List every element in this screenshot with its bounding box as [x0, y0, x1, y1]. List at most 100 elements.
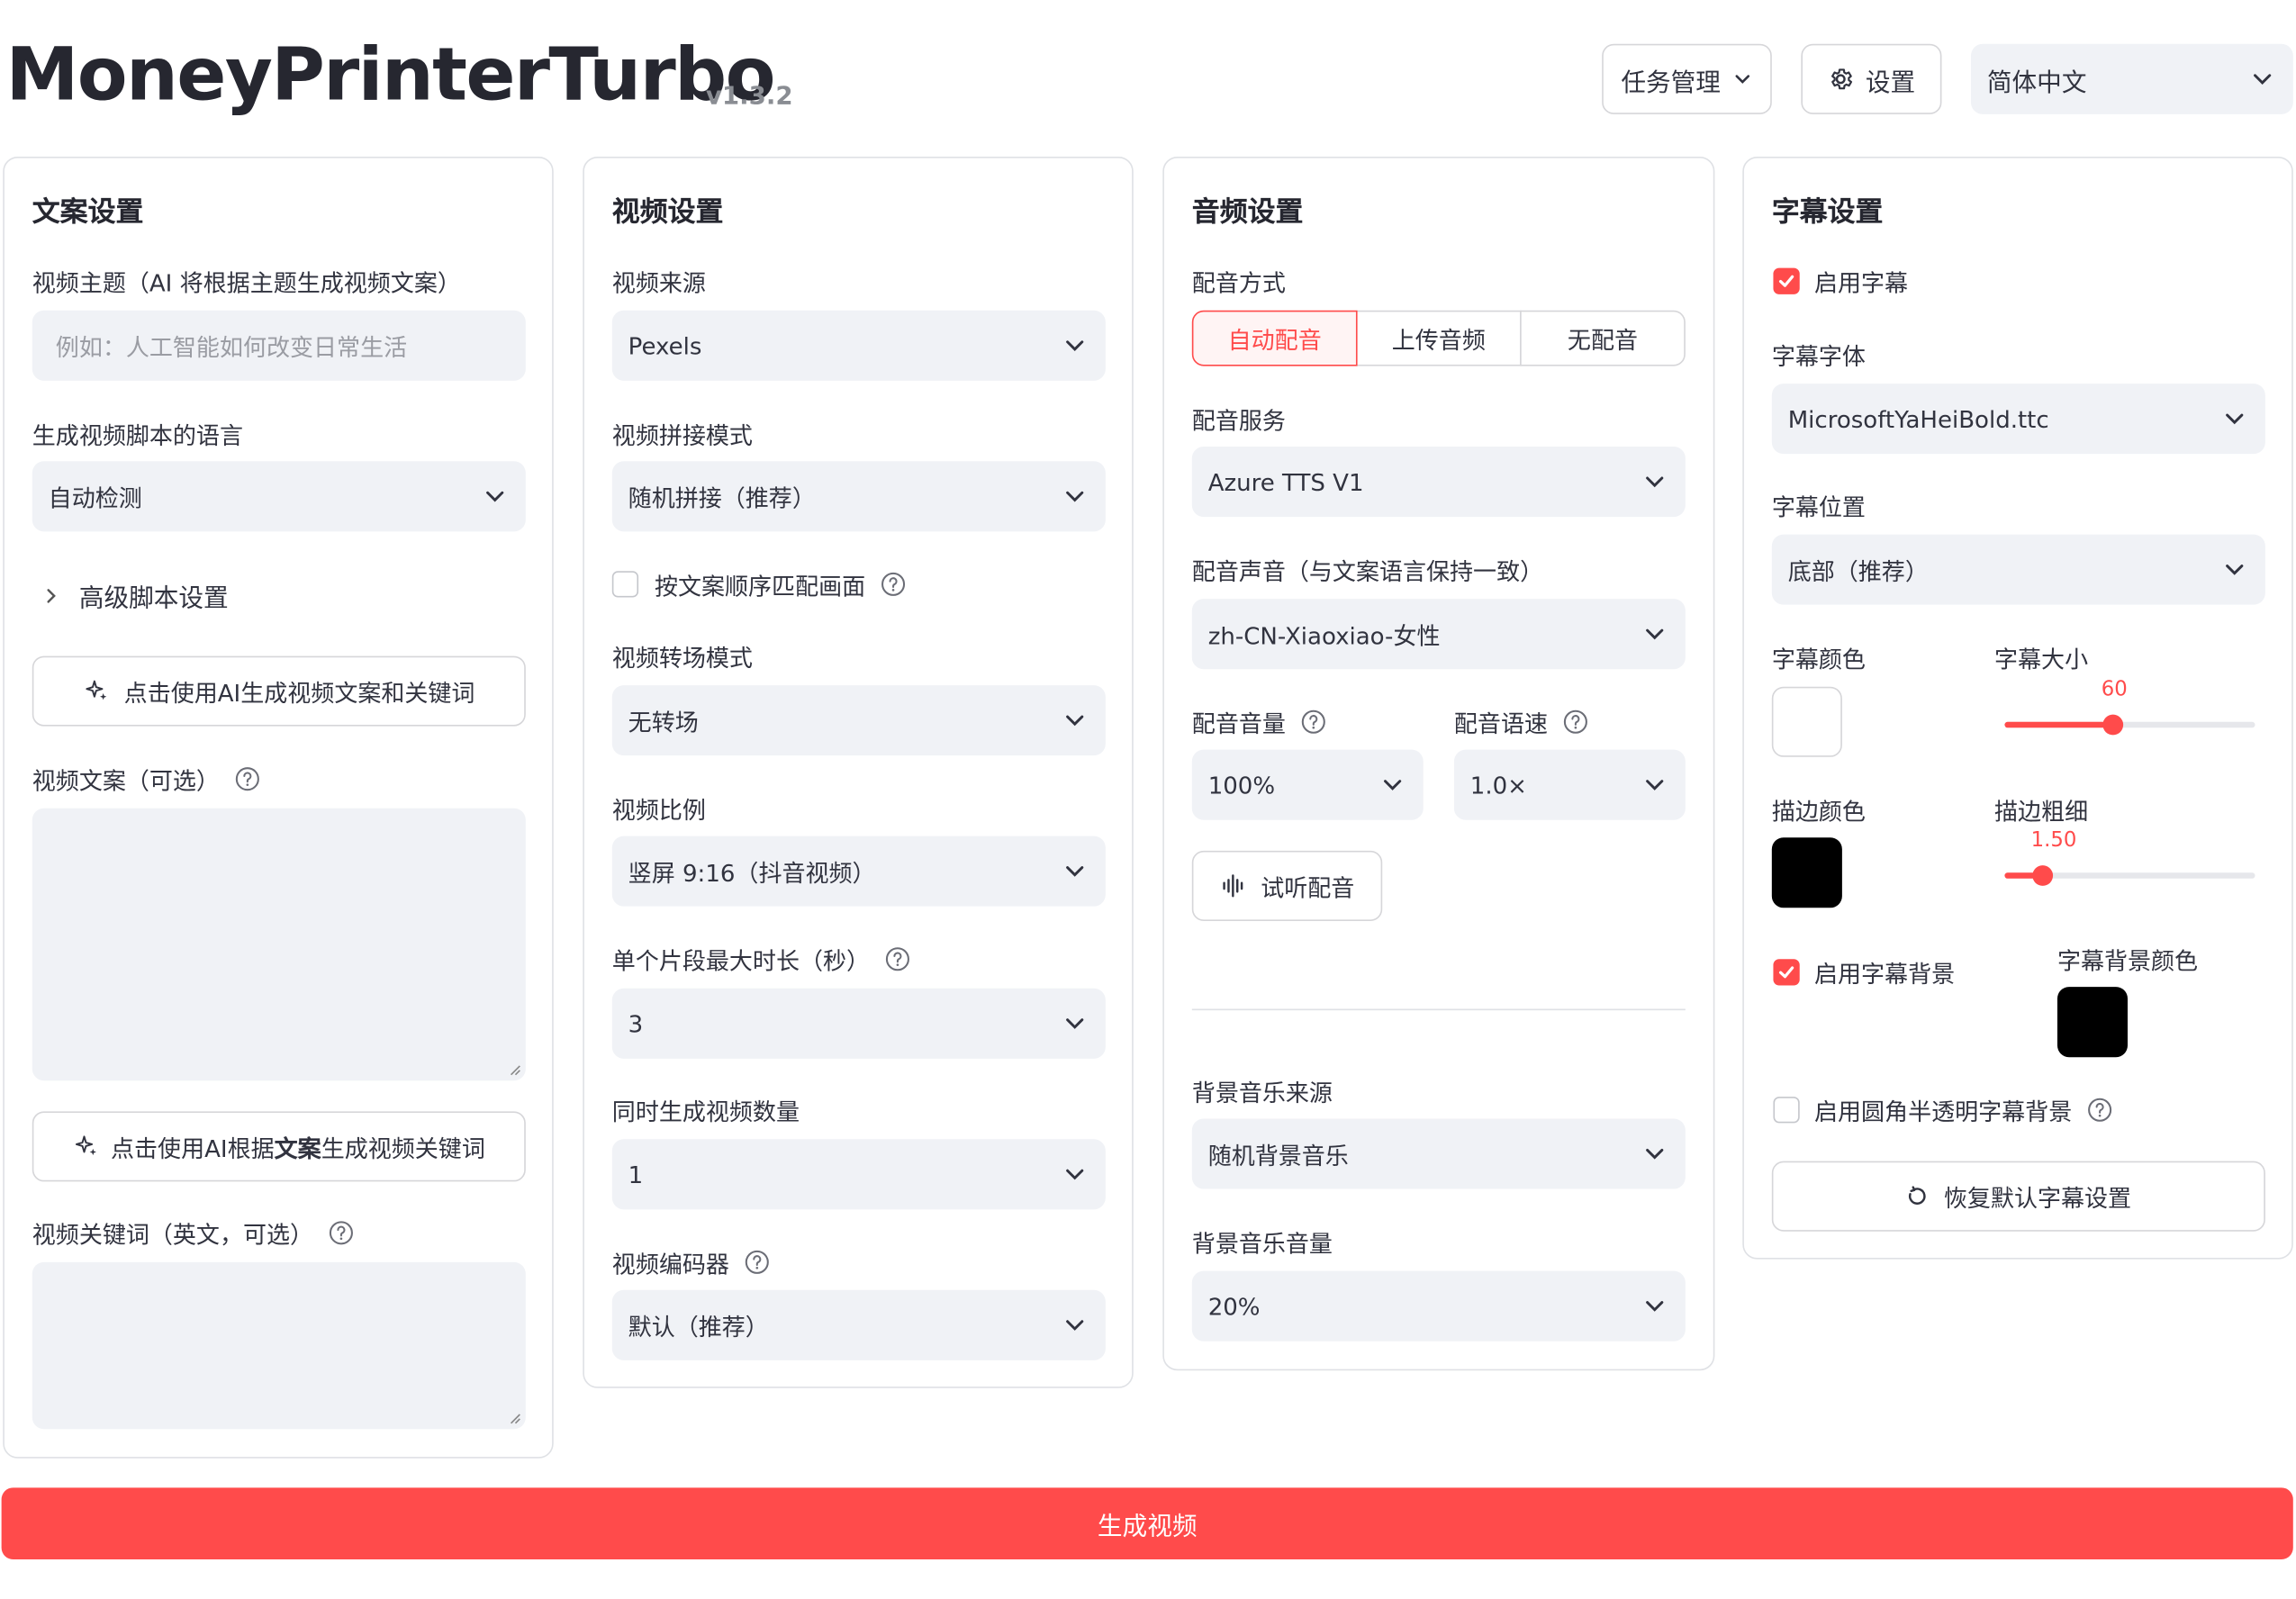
codec-select[interactable]: 默认（推荐）	[611, 1289, 1106, 1360]
sparkle-icon	[75, 1135, 96, 1156]
gear-icon	[1831, 68, 1853, 90]
chevron-down-icon	[2226, 565, 2244, 575]
generate-video-button[interactable]: 生成视频	[1, 1487, 2293, 1560]
voice-select[interactable]: zh-CN-Xiaoxiao-女性	[1191, 599, 1686, 670]
generate-script-button[interactable]: 点击使用AI生成视频文案和关键词	[32, 655, 526, 727]
voice-rate-select[interactable]: 1.0×	[1453, 749, 1686, 820]
voice-rate-label: 配音语速	[1454, 704, 1589, 739]
help-icon[interactable]	[880, 571, 906, 597]
subtitle-font-select[interactable]: MicrosoftYaHeiBold.ttc	[1771, 384, 2265, 455]
subtitle-size-slider[interactable]: 60	[2004, 678, 2255, 736]
voice-value: zh-CN-Xiaoxiao-女性	[1207, 622, 1441, 651]
subject-label: 视频主题（AI 将根据主题生成视频文案）	[32, 269, 461, 298]
script-text-label: 视频文案（可选）	[32, 762, 261, 797]
help-icon[interactable]	[884, 946, 910, 972]
generate-keywords-bold: 文案	[274, 1134, 321, 1163]
dub-mode-label: 配音方式	[1191, 269, 1286, 298]
clip-duration-label-text: 单个片段最大时长（秒）	[611, 947, 871, 976]
check-icon	[1778, 966, 1794, 979]
video-count-select[interactable]: 1	[611, 1139, 1106, 1210]
preview-voice-button[interactable]: 试听配音	[1191, 850, 1383, 921]
chevron-down-icon	[1066, 715, 1084, 727]
aspect-ratio-label: 视频比例	[611, 796, 706, 825]
resize-grip-icon[interactable]	[507, 1410, 521, 1424]
codec-value: 默认（推荐）	[628, 1313, 769, 1342]
script-language-select[interactable]: 自动检测	[32, 461, 526, 532]
dub-mode-upload[interactable]: 上传音频	[1355, 310, 1522, 366]
slider-thumb[interactable]	[2102, 714, 2124, 736]
stroke-color-picker[interactable]	[1771, 837, 1842, 908]
clip-duration-select[interactable]: 3	[611, 988, 1106, 1059]
subtitle-size-label: 字幕大小	[1994, 646, 2089, 674]
chevron-down-icon	[1066, 1018, 1084, 1029]
video-settings-panel: 视频设置 视频来源 Pexels 视频拼接模式 随机拼接（推荐） 按文案顺序匹配…	[583, 157, 1134, 1388]
aspect-ratio-select[interactable]: 竖屏 9:16（抖音视频）	[611, 836, 1106, 907]
concat-mode-select[interactable]: 随机拼接（推荐）	[611, 461, 1106, 532]
chevron-down-icon	[1735, 75, 1750, 84]
rounded-bg-label-text: 启用圆角半透明字幕背景	[1813, 1098, 2073, 1126]
help-icon[interactable]	[744, 1249, 770, 1275]
audio-panel-title: 音频设置	[1191, 195, 1304, 229]
subtitle-panel-title: 字幕设置	[1771, 195, 1884, 229]
help-icon[interactable]	[328, 1220, 354, 1246]
tasks-menu-button[interactable]: 任务管理	[1602, 43, 1772, 114]
chevron-down-icon	[1066, 340, 1084, 351]
match-order-label-text: 按文案顺序匹配画面	[654, 572, 866, 601]
subtitle-position-value: 底部（推荐）	[1787, 557, 1929, 586]
video-source-select[interactable]: Pexels	[611, 310, 1106, 381]
subtitle-position-select[interactable]: 底部（推荐）	[1771, 534, 2265, 605]
language-select[interactable]: 简体中文	[1970, 43, 2293, 114]
bgm-volume-select[interactable]: 20%	[1191, 1270, 1686, 1342]
subject-input[interactable]: 例如：人工智能如何改变日常生活	[32, 310, 526, 381]
aspect-ratio-value: 竖屏 9:16（抖音视频）	[628, 859, 876, 888]
help-icon[interactable]	[1562, 709, 1588, 735]
slider-thumb[interactable]	[2032, 865, 2054, 886]
script-textarea[interactable]	[32, 808, 526, 1081]
stroke-width-slider[interactable]: 1.50	[2004, 828, 2255, 886]
help-icon[interactable]	[234, 766, 260, 792]
video-count-label: 同时生成视频数量	[611, 1098, 800, 1126]
subtitle-bg-color-picker[interactable]	[2056, 987, 2129, 1058]
slider-fill	[2004, 721, 2113, 728]
voice-volume-select[interactable]: 100%	[1191, 749, 1424, 820]
chevron-down-icon	[2254, 74, 2272, 85]
settings-label: 设置	[1865, 68, 1916, 98]
generate-keywords-prefix: 点击使用AI根据	[111, 1134, 275, 1163]
video-panel-title: 视频设置	[611, 195, 724, 229]
app-version: v1.3.2	[705, 82, 793, 112]
help-icon[interactable]	[1300, 709, 1326, 735]
script-panel-title: 文案设置	[32, 195, 144, 229]
keywords-textarea[interactable]	[32, 1261, 526, 1430]
tasks-menu-label: 任务管理	[1621, 68, 1721, 98]
enable-subtitle-bg-checkbox[interactable]	[1773, 959, 1800, 986]
keywords-label-text: 视频关键词（英文，可选）	[32, 1221, 314, 1250]
generate-keywords-button[interactable]: 点击使用AI根据文案生成视频关键词	[32, 1111, 526, 1182]
subtitle-color-picker[interactable]	[1771, 686, 1842, 757]
advanced-script-label: 高级脚本设置	[78, 583, 229, 614]
help-icon[interactable]	[2087, 1097, 2113, 1123]
subtitle-settings-panel: 字幕设置 启用字幕 字幕字体 MicrosoftYaHeiBold.ttc 字幕…	[1742, 157, 2293, 1260]
stroke-width-value: 1.50	[2030, 828, 2077, 853]
codec-label-text: 视频编码器	[611, 1250, 729, 1278]
tts-service-select[interactable]: Azure TTS V1	[1191, 447, 1686, 518]
language-value: 简体中文	[1986, 68, 2087, 98]
bgm-source-select[interactable]: 随机背景音乐	[1191, 1118, 1686, 1189]
chevron-down-icon	[1646, 780, 1664, 790]
transition-select[interactable]: 无转场	[611, 685, 1106, 756]
rounded-bg-checkbox[interactable]	[1773, 1097, 1800, 1124]
resize-grip-icon[interactable]	[507, 1061, 521, 1076]
advanced-script-expander[interactable]: 高级脚本设置	[44, 577, 229, 614]
voice-rate-label-text: 配音语速	[1453, 709, 1549, 738]
settings-button[interactable]: 设置	[1801, 43, 1942, 114]
dub-mode-auto[interactable]: 自动配音	[1191, 310, 1358, 366]
chevron-down-icon	[486, 491, 504, 502]
concat-mode-value: 随机拼接（推荐）	[628, 484, 816, 513]
reset-subtitle-label: 恢复默认字幕设置	[1943, 1184, 2132, 1213]
reset-subtitle-button[interactable]: 恢复默认字幕设置	[1771, 1161, 2265, 1232]
enable-subtitle-checkbox[interactable]	[1773, 267, 1800, 294]
generate-keywords-suffix: 生成视频关键词	[321, 1134, 485, 1163]
subtitle-position-label: 字幕位置	[1771, 493, 1866, 521]
dub-mode-none[interactable]: 无配音	[1520, 310, 1686, 366]
clip-duration-value: 3	[628, 1009, 644, 1038]
match-order-checkbox[interactable]	[611, 571, 639, 598]
